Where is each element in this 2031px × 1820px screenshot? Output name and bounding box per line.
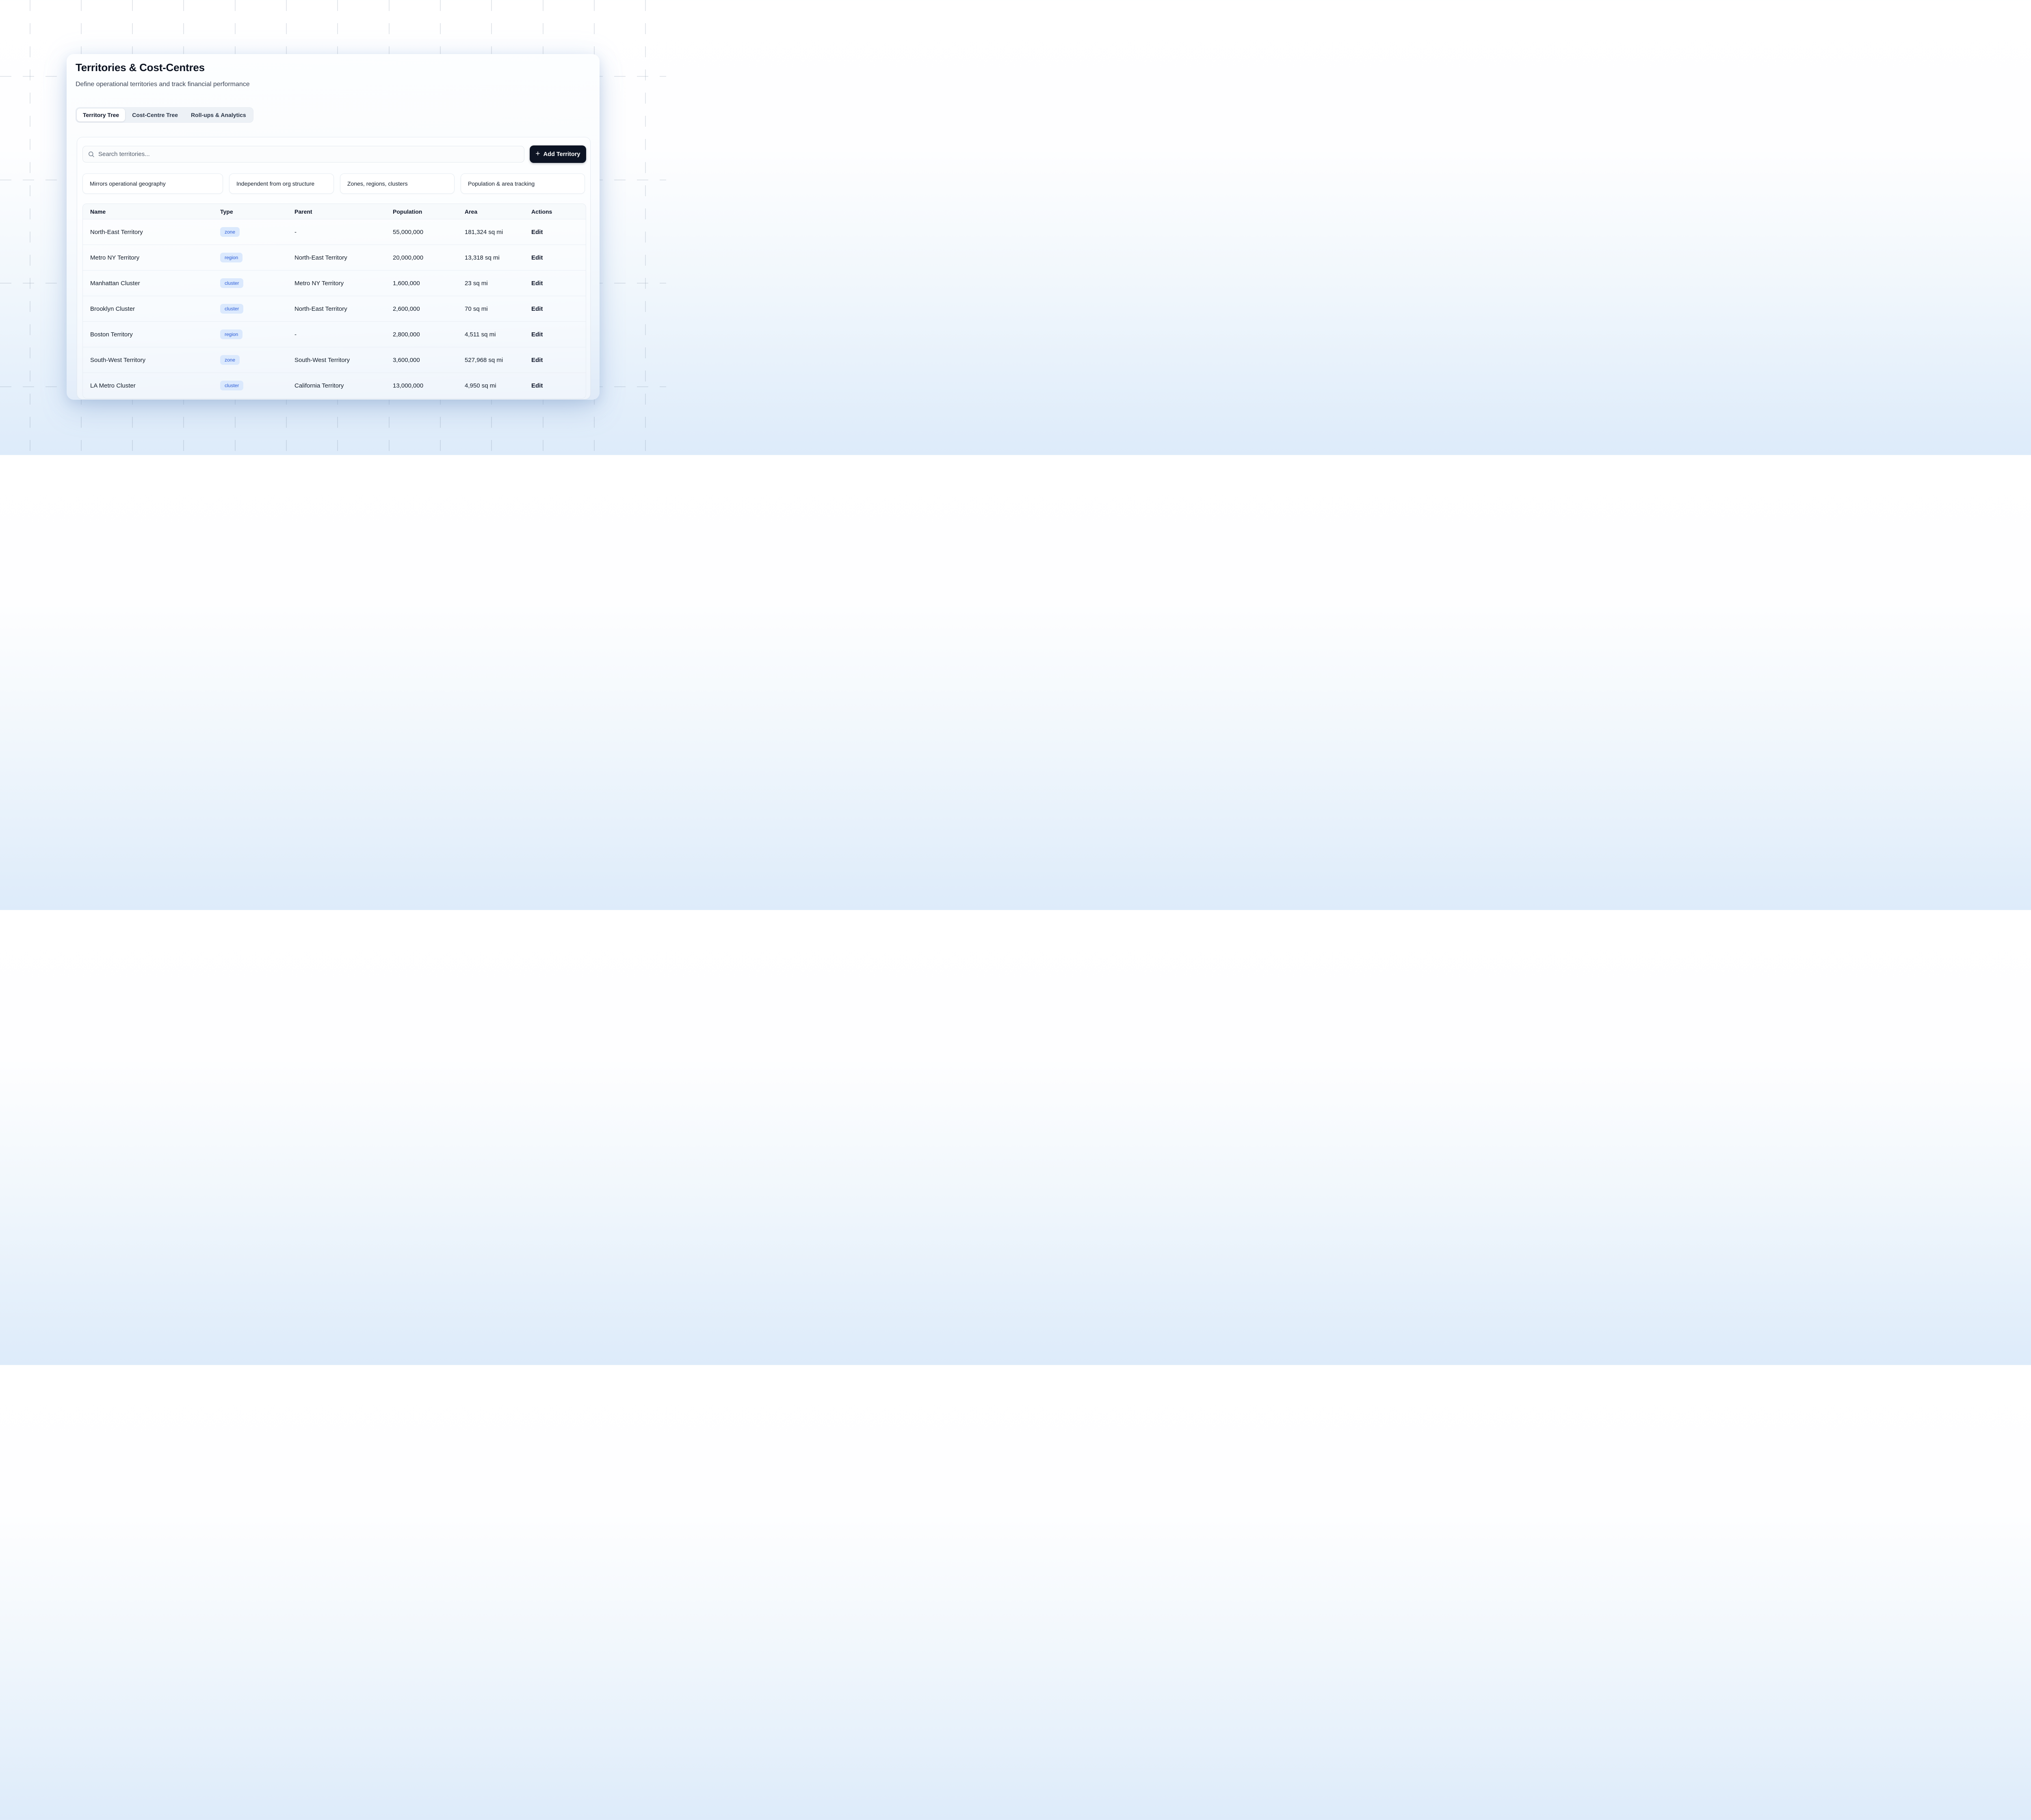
cell-name: South-West Territory xyxy=(90,357,220,364)
cell-type: region xyxy=(220,329,294,339)
column-header-parent: Parent xyxy=(294,208,393,215)
cell-area: 70 sq mi xyxy=(465,306,531,312)
territories-card: Territories & Cost-Centres Define operat… xyxy=(67,54,600,400)
info-chip-population-area-tracking: Population & area tracking xyxy=(461,173,585,194)
cell-name: North-East Territory xyxy=(90,229,220,236)
search-box xyxy=(82,146,524,162)
cell-parent: North-East Territory xyxy=(294,306,393,312)
tab-territory-tree[interactable]: Territory Tree xyxy=(77,108,125,121)
edit-button[interactable]: Edit xyxy=(531,254,586,261)
type-badge-zone: zone xyxy=(220,227,240,237)
tab-bar: Territory TreeCost-Centre TreeRoll-ups &… xyxy=(76,107,253,123)
cell-type: zone xyxy=(220,355,294,365)
territories-table: NameTypeParentPopulationAreaActions Nort… xyxy=(82,204,586,399)
info-chip-mirrors-operational-geography: Mirrors operational geography xyxy=(82,173,223,194)
column-header-area: Area xyxy=(465,208,531,215)
add-territory-label: Add Territory xyxy=(543,151,580,158)
table-row-metro-ny-territory: Metro NY Territoryregion North-East Terri… xyxy=(83,245,586,270)
edit-button[interactable]: Edit xyxy=(531,280,586,287)
table-row-manhattan-cluster: Manhattan Clustercluster Metro NY Territo… xyxy=(83,270,586,296)
plus-icon: + xyxy=(536,150,540,158)
edit-button[interactable]: Edit xyxy=(531,331,586,338)
type-badge-cluster: cluster xyxy=(220,278,243,288)
column-header-population: Population xyxy=(393,208,465,215)
type-badge-zone: zone xyxy=(220,355,240,365)
territory-panel: + Add Territory Mirrors operational geog… xyxy=(77,137,591,399)
edit-button[interactable]: Edit xyxy=(531,229,586,236)
table-row-south-west-territory: South-West TerritoryzoneSouth-West Terri… xyxy=(83,347,586,373)
add-territory-button[interactable]: + Add Territory xyxy=(530,145,586,163)
page-title: Territories & Cost-Centres xyxy=(76,61,205,74)
cell-type: cluster xyxy=(220,381,294,390)
cell-population: 2,600,000 xyxy=(393,306,465,312)
cell-area: 4,511 sq mi xyxy=(465,331,531,338)
cell-name: Manhattan Cluster xyxy=(90,280,220,287)
cell-population: 2,800,000 xyxy=(393,331,465,338)
tab-roll-ups-analytics[interactable]: Roll-ups & Analytics xyxy=(185,108,252,121)
table-row-la-metro-cluster: LA Metro Clustercluster California Territ… xyxy=(83,373,586,398)
cell-area: 4,950 sq mi xyxy=(465,382,531,389)
cell-type: cluster xyxy=(220,304,294,314)
column-header-actions: Actions xyxy=(531,208,586,215)
cell-name: Boston Territory xyxy=(90,331,220,338)
grid-line-vertical xyxy=(645,0,646,455)
type-badge-region: region xyxy=(220,329,243,339)
cell-type: zone xyxy=(220,227,294,237)
tab-cost-centre-tree[interactable]: Cost-Centre Tree xyxy=(126,108,184,121)
edit-button[interactable]: Edit xyxy=(531,357,586,364)
cell-area: 13,318 sq mi xyxy=(465,254,531,261)
cell-name: Metro NY Territory xyxy=(90,254,220,261)
cell-population: 13,000,000 xyxy=(393,382,465,389)
table-row-boston-territory: Boston Territoryregion -2,800,0004,511 sq… xyxy=(83,321,586,347)
cell-area: 23 sq mi xyxy=(465,280,531,287)
info-chips: Mirrors operational geography Independent… xyxy=(82,173,586,194)
cell-population: 3,600,000 xyxy=(393,357,465,364)
table-header: NameTypeParentPopulationAreaActions xyxy=(83,204,586,219)
cell-parent: California Territory xyxy=(294,382,393,389)
page-subtitle: Define operational territories and track… xyxy=(76,81,250,88)
column-header-type: Type xyxy=(220,208,294,215)
cell-area: 181,324 sq mi xyxy=(465,229,531,236)
table-row-north-east-territory: North-East Territoryzone -55,000,000181,3… xyxy=(83,219,586,245)
cell-parent: Metro NY Territory xyxy=(294,280,393,287)
info-chip-independent-from-org-structure: Independent from org structure xyxy=(229,173,334,194)
type-badge-region: region xyxy=(220,253,243,262)
cell-parent: South-West Territory xyxy=(294,357,393,364)
type-badge-cluster: cluster xyxy=(220,304,243,314)
cell-parent: North-East Territory xyxy=(294,254,393,261)
type-badge-cluster: cluster xyxy=(220,381,243,390)
cell-name: Brooklyn Cluster xyxy=(90,306,220,312)
cell-parent: - xyxy=(294,331,393,338)
info-chip-zones-regions-clusters: Zones, regions, clusters xyxy=(340,173,455,194)
search-input[interactable] xyxy=(98,151,519,158)
cell-name: LA Metro Cluster xyxy=(90,382,220,389)
cell-population: 55,000,000 xyxy=(393,229,465,236)
search-icon xyxy=(88,151,95,158)
cell-population: 20,000,000 xyxy=(393,254,465,261)
table-body: North-East Territoryzone-55,000,000181,3… xyxy=(83,219,586,398)
cell-area: 527,968 sq mi xyxy=(465,357,531,364)
cell-population: 1,600,000 xyxy=(393,280,465,287)
edit-button[interactable]: Edit xyxy=(531,382,586,389)
cell-type: region xyxy=(220,253,294,262)
cell-parent: - xyxy=(294,229,393,236)
edit-button[interactable]: Edit xyxy=(531,306,586,312)
column-header-name: Name xyxy=(90,208,220,215)
cell-type: cluster xyxy=(220,278,294,288)
table-row-brooklyn-cluster: Brooklyn Clustercluster North-East Territ… xyxy=(83,296,586,321)
